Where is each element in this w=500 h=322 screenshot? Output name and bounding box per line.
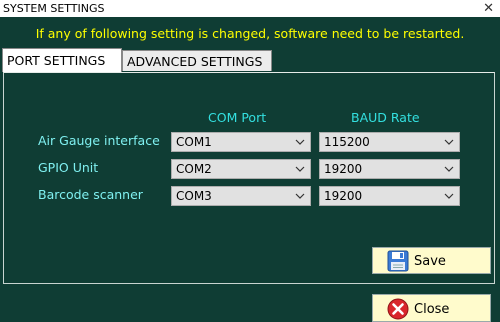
save-button[interactable]: Save bbox=[372, 247, 491, 274]
baud-rate-header: BAUD Rate bbox=[351, 110, 420, 125]
baud-rate-value: 19200 bbox=[324, 162, 363, 176]
chevron-down-icon bbox=[295, 166, 305, 172]
baud-rate-select-air-gauge[interactable]: 115200 bbox=[319, 132, 460, 152]
close-label: Close bbox=[414, 302, 450, 317]
chevron-down-icon bbox=[444, 193, 454, 199]
close-button[interactable]: Close bbox=[372, 294, 491, 322]
floppy-disk-icon bbox=[387, 250, 409, 272]
row-label-air-gauge: Air Gauge interface bbox=[38, 133, 160, 148]
com-port-select-barcode-scanner[interactable]: COM3 bbox=[171, 186, 311, 206]
com-port-value: COM1 bbox=[176, 135, 212, 149]
tab-port-settings[interactable]: PORT SETTINGS bbox=[2, 48, 122, 72]
close-icon bbox=[387, 298, 409, 320]
com-port-select-air-gauge[interactable]: COM1 bbox=[171, 132, 311, 152]
window-title: SYSTEM SETTINGS bbox=[3, 2, 105, 15]
com-port-select-gpio-unit[interactable]: COM2 bbox=[171, 159, 311, 179]
com-port-value: COM2 bbox=[176, 162, 212, 176]
window-close-icon[interactable]: ✕ bbox=[483, 0, 494, 17]
chevron-down-icon bbox=[295, 193, 305, 199]
title-bar: SYSTEM SETTINGS ✕ bbox=[0, 0, 500, 17]
chevron-down-icon bbox=[295, 139, 305, 145]
chevron-down-icon bbox=[444, 139, 454, 145]
tab-advanced-settings[interactable]: ADVANCED SETTINGS bbox=[122, 50, 272, 71]
baud-rate-select-gpio-unit[interactable]: 19200 bbox=[319, 159, 460, 179]
chevron-down-icon bbox=[444, 166, 454, 172]
com-port-value: COM3 bbox=[176, 189, 212, 203]
com-port-header: COM Port bbox=[208, 110, 267, 125]
baud-rate-select-barcode-scanner[interactable]: 19200 bbox=[319, 186, 460, 206]
baud-rate-value: 19200 bbox=[324, 189, 363, 203]
row-label-barcode-scanner: Barcode scanner bbox=[38, 187, 143, 202]
baud-rate-value: 115200 bbox=[324, 135, 370, 149]
row-label-gpio-unit: GPIO Unit bbox=[38, 160, 99, 175]
save-label: Save bbox=[414, 254, 446, 269]
restart-warning: If any of following setting is changed, … bbox=[35, 26, 465, 41]
